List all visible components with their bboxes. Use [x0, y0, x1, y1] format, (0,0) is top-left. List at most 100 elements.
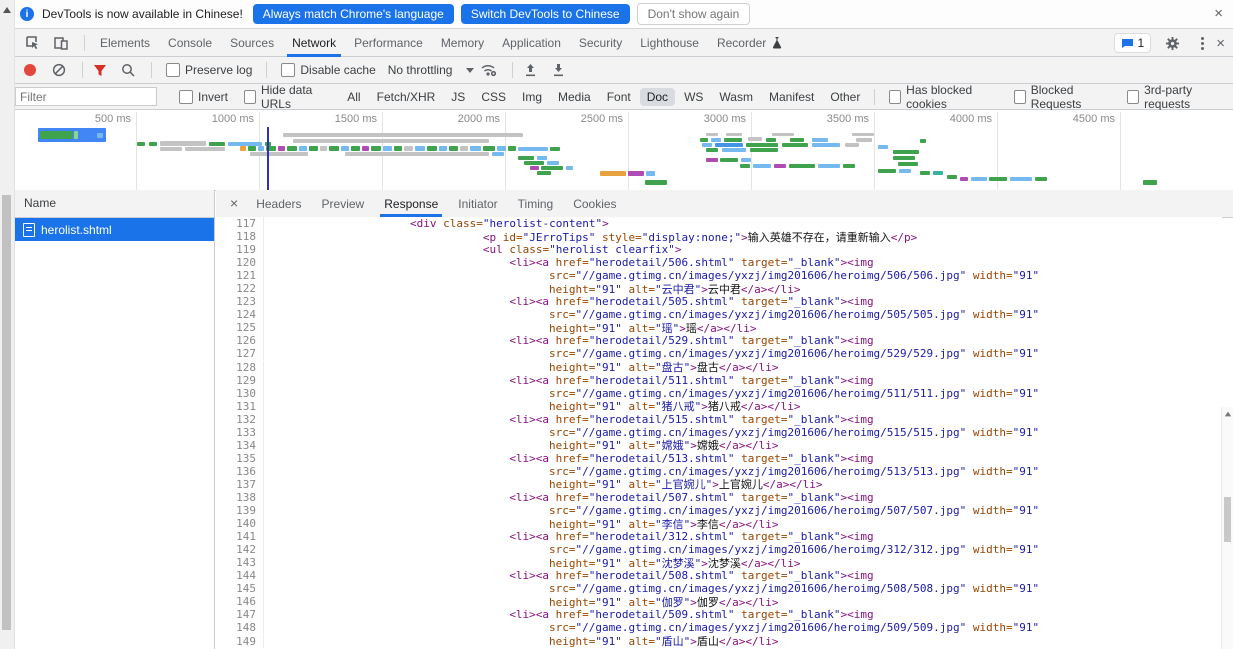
tab-performance[interactable]: Performance — [345, 29, 432, 57]
switch-devtools-chinese-button[interactable]: Switch DevTools to Chinese — [461, 4, 630, 24]
filter-pill-wasm[interactable]: Wasm — [712, 88, 760, 106]
search-icon[interactable] — [117, 59, 139, 81]
waterfall-bar — [483, 146, 495, 151]
waterfall-bar — [645, 180, 667, 185]
tab-network[interactable]: Network — [283, 29, 345, 57]
export-har-icon[interactable] — [547, 59, 569, 81]
checkbox-icon[interactable] — [244, 90, 256, 104]
disable-cache-checkbox[interactable]: Disable cache — [281, 63, 375, 77]
detail-tab-timing[interactable]: Timing — [508, 190, 564, 217]
filter-pill-img[interactable]: Img — [515, 88, 549, 106]
import-har-icon[interactable] — [519, 59, 541, 81]
response-scrollbar[interactable] — [1221, 407, 1233, 649]
preserve-log-checkbox[interactable]: Preserve log — [166, 63, 252, 77]
filter-pill-css[interactable]: CSS — [474, 88, 513, 106]
chevron-down-icon — [466, 68, 474, 73]
tab-memory[interactable]: Memory — [432, 29, 493, 57]
tab-security[interactable]: Security — [570, 29, 631, 57]
name-column-header[interactable]: Name — [15, 190, 214, 218]
devtools-tab-bar: ElementsConsoleSourcesNetworkPerformance… — [0, 29, 1233, 57]
waterfall-bar — [394, 146, 402, 151]
more-options-icon[interactable] — [1199, 35, 1206, 52]
filter-pill-media[interactable]: Media — [551, 88, 598, 106]
throttling-dropdown[interactable]: No throttling — [388, 63, 475, 77]
scroll-up-icon[interactable] — [1224, 412, 1230, 417]
tab-application[interactable]: Application — [493, 29, 570, 57]
waterfall-bar — [818, 164, 840, 168]
detail-tab-preview[interactable]: Preview — [312, 190, 375, 217]
domcontentloaded-marker — [267, 127, 269, 190]
filter-pill-ws[interactable]: WS — [677, 88, 710, 106]
code-text: <li><a href="herodetail/506.shtml" targe… — [264, 256, 874, 269]
scroll-up-icon[interactable] — [3, 7, 11, 13]
detail-tab-response[interactable]: Response — [374, 190, 448, 217]
detail-tab-headers[interactable]: Headers — [246, 190, 311, 217]
checkbox-icon[interactable] — [281, 63, 295, 77]
blocked-requests-label: Blocked Requests — [1031, 83, 1111, 111]
waterfall-bar — [97, 133, 103, 138]
filter-pill-other[interactable]: Other — [823, 88, 867, 106]
filter-pill-js[interactable]: JS — [444, 88, 472, 106]
page-scrollbar[interactable] — [0, 0, 15, 649]
close-detail-icon[interactable]: × — [230, 196, 238, 211]
response-source-viewer[interactable]: 117<div class="herolist-content">118<p i… — [216, 217, 1222, 649]
request-row-herolist-shtml[interactable]: herolist.shtml — [15, 218, 214, 241]
third-party-requests-checkbox[interactable]: 3rd-party requests — [1127, 83, 1225, 111]
tab-console[interactable]: Console — [159, 29, 221, 57]
record-network-log-icon[interactable] — [24, 64, 36, 76]
invert-checkbox[interactable]: Invert — [179, 90, 228, 104]
device-toolbar-icon[interactable] — [50, 32, 72, 54]
tab-lighthouse[interactable]: Lighthouse — [631, 29, 708, 57]
scrollbar-thumb[interactable] — [2, 195, 11, 630]
hide-data-urls-checkbox[interactable]: Hide data URLs — [244, 83, 331, 111]
filter-funnel-icon[interactable] — [89, 59, 111, 81]
checkbox-icon[interactable] — [1127, 90, 1139, 104]
timeline-gridline — [136, 112, 137, 190]
issues-counter[interactable]: 1 — [1114, 33, 1152, 53]
filter-pill-doc[interactable]: Doc — [640, 88, 675, 106]
scrollbar-thumb[interactable] — [1224, 497, 1231, 542]
code-text: <li><a href="herodetail/509.shtml" targe… — [264, 608, 874, 621]
has-blocked-cookies-checkbox[interactable]: Has blocked cookies — [889, 83, 998, 111]
waterfall-bar — [960, 177, 968, 181]
line-number: 141 — [216, 530, 264, 543]
clear-network-log-icon[interactable] — [48, 59, 70, 81]
line-number: 137 — [216, 478, 264, 491]
waterfall-bar — [920, 139, 926, 143]
network-conditions-icon[interactable] — [478, 59, 500, 81]
network-overview-timeline[interactable]: 500 ms1000 ms1500 ms2000 ms2500 ms3000 m… — [0, 110, 1233, 191]
waterfall-bar — [772, 133, 794, 136]
checkbox-icon[interactable] — [179, 90, 193, 104]
tab-recorder[interactable]: Recorder — [708, 29, 792, 57]
filter-pill-fetch-xhr[interactable]: Fetch/XHR — [370, 88, 443, 106]
infobar-close-icon[interactable]: × — [1214, 6, 1223, 21]
waterfall-bar — [706, 158, 718, 162]
waterfall-bar — [449, 146, 458, 151]
waterfall-bar — [790, 138, 804, 142]
waterfall-bar — [537, 156, 547, 160]
checkbox-icon[interactable] — [889, 90, 901, 104]
match-chrome-language-button[interactable]: Always match Chrome's language — [253, 4, 454, 24]
tab-sources[interactable]: Sources — [221, 29, 283, 57]
waterfall-bar — [774, 164, 786, 168]
detail-tab-cookies[interactable]: Cookies — [563, 190, 626, 217]
filter-pill-font[interactable]: Font — [600, 88, 638, 106]
filter-input[interactable] — [15, 87, 157, 106]
code-line: 146height="91" alt="伽罗">伽罗</a></li> — [216, 595, 1222, 608]
tab-elements[interactable]: Elements — [91, 29, 159, 57]
timeline-tick-label: 3500 ms — [827, 113, 874, 125]
checkbox-icon[interactable] — [166, 63, 180, 77]
preserve-log-label: Preserve log — [185, 63, 252, 77]
waterfall-bar — [137, 142, 145, 146]
filter-pill-manifest[interactable]: Manifest — [762, 88, 821, 106]
tab-bar-right-controls: 1 × — [1114, 29, 1225, 57]
dont-show-again-button[interactable]: Don't show again — [637, 3, 751, 25]
devtools-close-icon[interactable]: × — [1216, 36, 1225, 51]
checkbox-icon[interactable] — [1014, 90, 1026, 104]
panel-tabs: ElementsConsoleSourcesNetworkPerformance… — [91, 29, 792, 57]
inspect-element-icon[interactable] — [22, 32, 44, 54]
filter-pill-all[interactable]: All — [340, 88, 367, 106]
settings-gear-icon[interactable] — [1161, 32, 1183, 54]
blocked-requests-checkbox[interactable]: Blocked Requests — [1014, 83, 1111, 111]
detail-tab-initiator[interactable]: Initiator — [448, 190, 507, 217]
